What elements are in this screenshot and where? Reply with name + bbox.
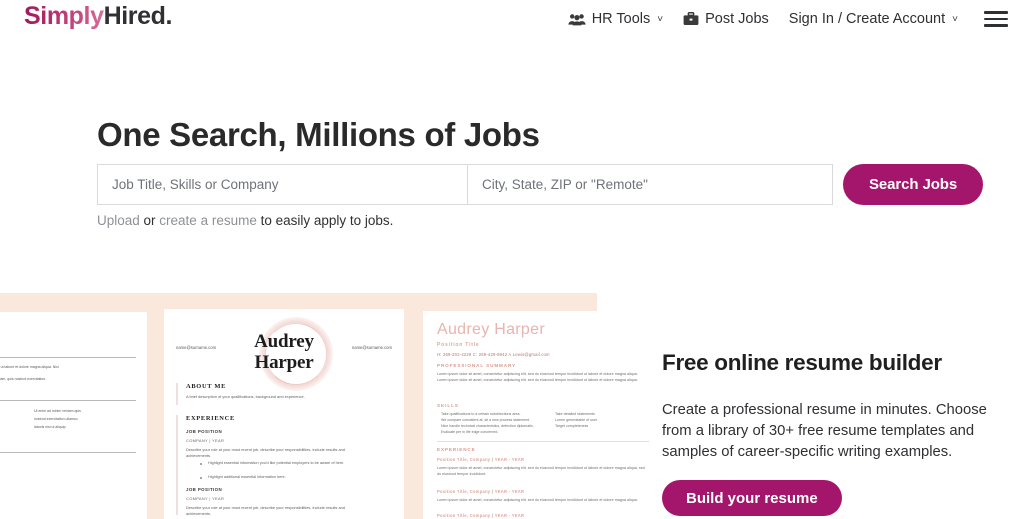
upload-resume-link[interactable]: Upload	[97, 213, 140, 228]
nav-label-post-jobs: Post Jobs	[705, 11, 769, 27]
resume-paragraph: ut aliquip ex ea commodo. Ut enim ad min…	[0, 377, 47, 381]
promo-description: Create a professional resume in minutes.…	[662, 402, 987, 460]
resume-section-heading: ABOUT ME	[186, 383, 227, 390]
resume-template-card-serif[interactable]: name@surname.com name@surname.com Audrey…	[164, 309, 404, 519]
resume-job-description: Lorem ipsum dolor sit amet, consectetur …	[437, 498, 638, 502]
upload-tail-text: to easily apply to jobs.	[256, 213, 394, 228]
search-jobs-button[interactable]: Search Jobs	[843, 164, 984, 205]
resume-name: Audrey Harper	[164, 331, 404, 373]
upload-separator-text: or	[139, 213, 160, 228]
main-navigation: HR Tools ˅ Post Jobs Sign In / Create Ac…	[568, 0, 1008, 38]
resume-job-position: JOB POSITION	[186, 487, 223, 492]
resume-job-company: COMPANY | YEAR	[186, 496, 225, 501]
resume-job-description: Lorem ipsum dolor sit amet, consectetur …	[437, 466, 645, 476]
resume-template-card-modern[interactable]: Audrey Harper Position Title H: 269-202-…	[423, 311, 663, 519]
resume-job-company: COMPANY | YEAR	[186, 438, 225, 443]
resume-job-title: Position Title, Company | YEAR - YEAR	[437, 513, 525, 518]
resume-footer-text: Duis aute irure dolor in reprehenderit.	[0, 462, 136, 468]
resume-column-right: laboris nisi ut aliquip	[34, 425, 66, 429]
briefcase-icon	[683, 12, 699, 26]
simplyhired-logo[interactable]: SimplyHired.	[24, 2, 172, 31]
resume-column-left: Lorem ipsum dolor sit amet	[0, 408, 20, 414]
resume-last-name: Harper	[254, 352, 314, 373]
nav-item-sign-in-create-account[interactable]: Sign In / Create Account ˅	[789, 11, 958, 27]
nav-item-hr-tools[interactable]: HR Tools ˅	[568, 11, 663, 27]
resume-column-right: Ut enim ad minim veniam quis	[34, 409, 81, 413]
nav-label-hr-tools: HR Tools	[591, 11, 651, 27]
build-your-resume-button[interactable]: Build your resume	[662, 480, 842, 516]
nav-item-post-jobs[interactable]: Post Jobs	[683, 11, 769, 27]
resume-column-left: consectetur adipiscing elit	[0, 416, 20, 422]
resume-section-body: A brief description of your qualificatio…	[186, 394, 305, 399]
resume-name: Audrey Harper	[437, 321, 545, 338]
chevron-down-icon: ˅	[657, 13, 664, 25]
resume-job-title: Position Title, Company | YEAR - YEAR	[437, 489, 525, 494]
people-group-icon	[568, 13, 586, 26]
resume-job-bullet: Highlight additional essential informati…	[208, 475, 286, 479]
resume-column-left: sed do eiusmod tempor	[0, 424, 20, 430]
resume-column-left: incididunt ut labore	[0, 432, 20, 438]
resume-template-card-classic[interactable]: ...oel 9-4109 bkt.dlao@gmail.com Adipisc…	[0, 312, 147, 519]
resume-paragraph: Excepteur sint occaecat cupidatat non pr…	[0, 386, 136, 392]
resume-job-position: JOB POSITION	[186, 429, 223, 434]
upload-resume-prompt: Upload or create a resume to easily appl…	[97, 213, 393, 228]
page-title: One Search, Millions of Jobs	[97, 116, 540, 153]
hamburger-menu-icon[interactable]	[984, 9, 1008, 29]
nav-label-sign-in: Sign In / Create Account	[788, 11, 946, 27]
resume-section-heading: SKILLS	[437, 403, 459, 408]
resume-section-heading: EXPERIENCE	[437, 447, 476, 452]
resume-contact: H: 269-202-4229 C: 269-429-9842 A.Lewis@…	[437, 352, 550, 357]
resume-first-name: Audrey	[254, 331, 314, 352]
resume-skill-item: Evaluate per in life edge concerned.	[441, 430, 499, 434]
job-search-form: Search Jobs	[97, 164, 984, 205]
create-resume-link[interactable]: create a resume	[159, 213, 257, 228]
promo-title: Free online resume builder	[662, 350, 942, 375]
logo-text-simply: Simply	[24, 2, 104, 30]
logo-text-hired: Hired.	[103, 2, 173, 30]
resume-job-bullet: Highlight essential information you'd li…	[208, 461, 345, 465]
resume-section-heading: EXPERIENCE	[186, 415, 235, 422]
resume-column-right: nostrud exercitation ullamco	[34, 417, 78, 421]
resume-summary-body: Lorem ipsum dolor sit amet, consectetur …	[437, 372, 638, 382]
simplyhired-homepage: SimplyHired. HR Tools ˅ Post Jobs Sign I…	[0, 0, 1024, 519]
job-title-input[interactable]	[97, 164, 467, 205]
resume-job-description: Describe your role at your most recent j…	[186, 505, 345, 517]
location-input[interactable]	[467, 164, 833, 205]
resume-section-heading: PROFESSIONAL SUMMARY	[437, 363, 516, 368]
resume-job-title: Position Title, Company | YEAR - YEAR	[437, 457, 525, 462]
site-header: SimplyHired. HR Tools ˅ Post Jobs Sign I…	[0, 0, 1024, 38]
resume-job-description: Describe your role at your most recent j…	[186, 447, 345, 459]
resume-skill-item: Target completeness	[555, 424, 589, 428]
resume-paragraph: Adipiscing elit, sed do eiusmod tempor i…	[0, 365, 59, 369]
resume-position-title: Position Title	[437, 342, 480, 348]
chevron-down-icon: ˅	[952, 13, 958, 25]
